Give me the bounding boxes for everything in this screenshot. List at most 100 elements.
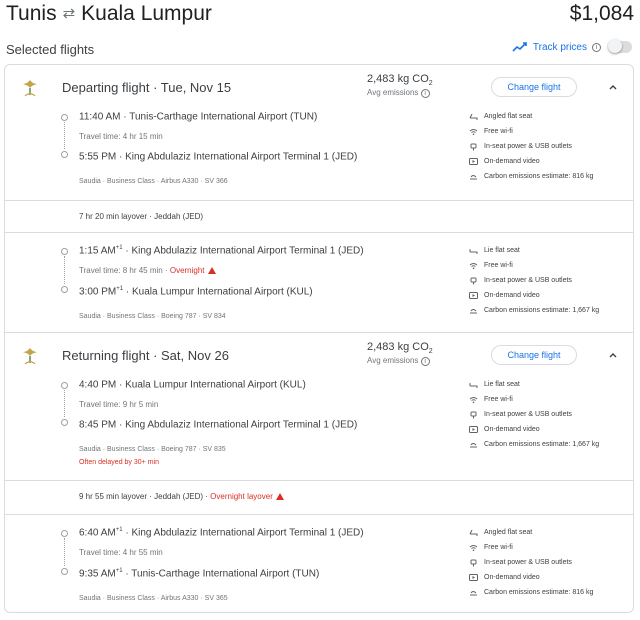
amenity-item: On-demand video bbox=[469, 422, 629, 437]
amenity-item: Lie flat seat bbox=[469, 377, 629, 392]
section-divider bbox=[5, 332, 633, 333]
amenity-item: On-demand video bbox=[469, 570, 629, 585]
warning-icon bbox=[207, 267, 216, 274]
seat-icon bbox=[469, 113, 478, 120]
power-icon bbox=[470, 411, 477, 419]
selected-flights-heading: Selected flights bbox=[6, 42, 95, 57]
amenity-item: Lie flat seat bbox=[469, 243, 629, 258]
seat-icon bbox=[469, 383, 478, 388]
power-icon bbox=[470, 559, 477, 567]
amenity-item: Free wi-fi bbox=[469, 124, 629, 139]
chevron-up-icon[interactable] bbox=[608, 82, 618, 92]
wifi-icon bbox=[469, 263, 478, 270]
amenity-item: In-seat power & USB outlets bbox=[469, 407, 629, 422]
divider bbox=[5, 514, 633, 515]
saudia-logo-icon bbox=[23, 80, 37, 97]
wifi-icon bbox=[469, 129, 478, 136]
amenities-list: Angled flat seat Free wi-fi In-seat powe… bbox=[469, 525, 629, 600]
amenity-item: Free wi-fi bbox=[469, 258, 629, 273]
timeline-dot bbox=[61, 248, 68, 255]
seat-icon bbox=[469, 529, 478, 536]
amenity-item: Free wi-fi bbox=[469, 540, 629, 555]
route-title: Tunis ⇄ Kuala Lumpur bbox=[6, 2, 212, 26]
flight-details: Saudia · Business Class · Boeing 787 · S… bbox=[79, 446, 226, 453]
returning-emissions: 2,483 kg CO2 Avg emissions i bbox=[367, 341, 433, 367]
co2-icon bbox=[470, 591, 477, 596]
divider bbox=[5, 232, 633, 233]
amenity-item: In-seat power & USB outlets bbox=[469, 273, 629, 288]
change-departing-flight-button[interactable]: Change flight bbox=[491, 77, 577, 97]
amenity-item: Angled flat seat bbox=[469, 525, 629, 540]
departure-stop: 4:40 PM · Kuala Lumpur International Air… bbox=[79, 379, 306, 391]
overnight-layover-warning: Overnight layover bbox=[210, 492, 273, 501]
timeline-line bbox=[64, 538, 65, 566]
departure-stop: 1:15 AM+1 · King Abdulaziz International… bbox=[79, 245, 364, 257]
timeline-dot bbox=[61, 568, 68, 575]
divider bbox=[5, 200, 633, 201]
amenities-list: Angled flat seat Free wi-fi In-seat powe… bbox=[469, 109, 629, 184]
layover-info: 9 hr 55 min layover · Jeddah (JED) · Ove… bbox=[79, 492, 284, 501]
amenity-item: In-seat power & USB outlets bbox=[469, 555, 629, 570]
travel-time: Travel time: 4 hr 15 min bbox=[79, 132, 163, 141]
wifi-icon bbox=[469, 397, 478, 404]
overnight-warning: Overnight bbox=[169, 266, 205, 275]
amenity-item: Carbon emissions estimate: 816 kg bbox=[469, 169, 629, 184]
amenity-item: In-seat power & USB outlets bbox=[469, 139, 629, 154]
info-icon[interactable]: i bbox=[420, 357, 430, 367]
timeline-line bbox=[64, 122, 65, 149]
returning-date: Sat, Nov 26 bbox=[161, 348, 229, 363]
track-prices-toggle[interactable] bbox=[608, 39, 632, 53]
power-icon bbox=[470, 143, 477, 151]
divider bbox=[5, 480, 633, 481]
departing-emissions: 2,483 kg CO2 Avg emissions i bbox=[367, 73, 433, 99]
timeline-line bbox=[64, 256, 65, 284]
amenities-list: Lie flat seat Free wi-fi In-seat power &… bbox=[469, 243, 629, 318]
video-icon bbox=[469, 426, 478, 433]
timeline-dot bbox=[61, 530, 68, 537]
arrival-stop: 5:55 PM · King Abdulaziz International A… bbox=[79, 151, 358, 163]
video-icon bbox=[469, 292, 478, 299]
timeline-dot bbox=[61, 114, 68, 121]
returning-title: Returning flight · Sat, Nov 26 bbox=[62, 348, 229, 363]
amenity-item: Angled flat seat bbox=[469, 109, 629, 124]
swap-icon: ⇄ bbox=[62, 5, 76, 22]
change-returning-flight-button[interactable]: Change flight bbox=[491, 345, 577, 365]
amenity-item: Carbon emissions estimate: 1,667 kg bbox=[469, 303, 629, 318]
timeline-dot bbox=[61, 286, 68, 293]
destination-city: Kuala Lumpur bbox=[81, 2, 212, 25]
co2-icon bbox=[470, 309, 477, 314]
timeline-line bbox=[64, 390, 65, 417]
departing-title: Departing flight · Tue, Nov 15 bbox=[62, 80, 232, 95]
travel-time: Travel time: 9 hr 5 min bbox=[79, 400, 159, 409]
video-icon bbox=[469, 158, 478, 165]
amenity-item: Carbon emissions estimate: 816 kg bbox=[469, 585, 629, 600]
track-prices[interactable]: Track prices i bbox=[512, 39, 632, 53]
departure-stop: 6:40 AM+1 · King Abdulaziz International… bbox=[79, 527, 364, 539]
info-icon[interactable]: i bbox=[420, 89, 430, 99]
timeline-dot bbox=[61, 382, 68, 389]
arrival-stop: 3:00 PM+1 · Kuala Lumpur International A… bbox=[79, 286, 313, 298]
track-prices-label[interactable]: Track prices bbox=[533, 42, 587, 53]
selected-flights-card: Departing flight · Tue, Nov 15 2,483 kg … bbox=[4, 64, 634, 613]
travel-time: Travel time: 4 hr 55 min bbox=[79, 548, 163, 557]
amenity-item: On-demand video bbox=[469, 154, 629, 169]
co2-icon bbox=[470, 443, 477, 448]
info-icon[interactable]: i bbox=[592, 42, 601, 52]
trip-header: Tunis ⇄ Kuala Lumpur $1,084 bbox=[6, 2, 634, 28]
wifi-icon bbox=[469, 545, 478, 552]
total-price: $1,084 bbox=[569, 2, 634, 25]
flight-details: Saudia · Business Class · Boeing 787 · S… bbox=[79, 313, 226, 320]
co2-icon bbox=[470, 175, 477, 180]
amenity-item: Carbon emissions estimate: 1,667 kg bbox=[469, 437, 629, 452]
arrival-stop: 8:45 PM · King Abdulaziz International A… bbox=[79, 419, 358, 431]
flight-details: Saudia · Business Class · Airbus A330 · … bbox=[79, 595, 228, 602]
video-icon bbox=[469, 574, 478, 581]
delay-warning: Often delayed by 30+ min bbox=[79, 459, 159, 466]
saudia-logo-icon bbox=[23, 348, 37, 365]
warning-icon bbox=[275, 493, 284, 500]
timeline-dot bbox=[61, 419, 68, 426]
departing-date: Tue, Nov 15 bbox=[160, 80, 232, 95]
chevron-up-icon[interactable] bbox=[608, 350, 618, 360]
seat-icon bbox=[469, 249, 478, 254]
departure-stop: 11:40 AM · Tunis-Carthage International … bbox=[79, 111, 318, 123]
